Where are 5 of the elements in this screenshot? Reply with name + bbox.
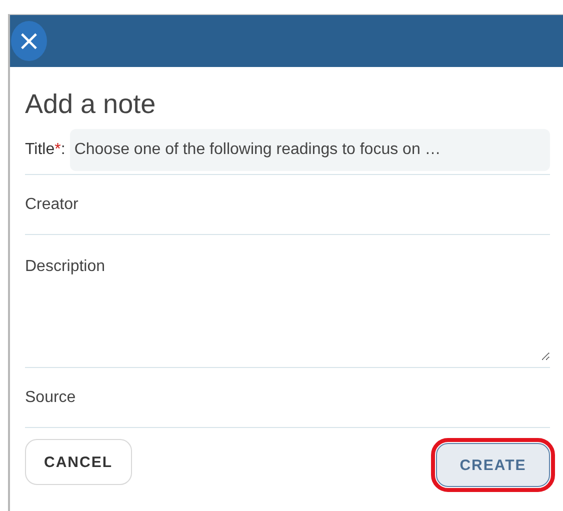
close-button[interactable]: × — [11, 21, 47, 61]
dialog-title: Add a note — [25, 89, 157, 120]
cancel-button[interactable]: CANCEL — [25, 439, 132, 485]
title-input[interactable]: Choose one of the following readings to focus on … — [70, 129, 550, 171]
field-label: Title*: — [25, 141, 66, 159]
